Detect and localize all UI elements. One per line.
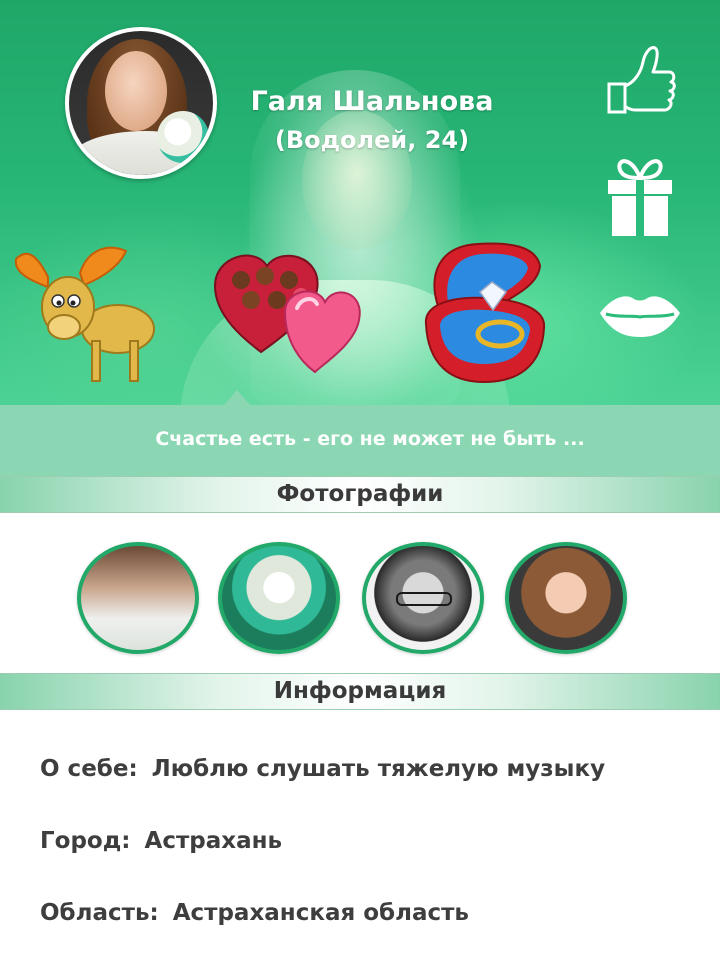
kiss-button[interactable] [598, 291, 682, 339]
info-section-title: Информация [273, 678, 447, 704]
photo-thumbnail[interactable] [77, 542, 199, 654]
info-section-header: Информация [0, 673, 720, 710]
profile-name: Галя Шальнова [250, 86, 494, 117]
avatar-bouquet [157, 111, 209, 163]
thumbs-up-icon [607, 46, 676, 114]
status-pointer [224, 390, 250, 405]
photos-section-title: Фотографии [276, 481, 444, 507]
info-row-about: О себе: Люблю слушать тяжелую музыку [40, 756, 700, 782]
status-message: Счастье есть - его не может не быть ... [155, 428, 585, 450]
profile-zodiac-age: (Водолей, 24) [274, 126, 470, 154]
avatar-face [105, 51, 167, 131]
photo-thumbnail[interactable] [362, 542, 484, 654]
photo-thumbnail[interactable] [218, 542, 340, 654]
moose-icon [14, 246, 155, 382]
info-value: Люблю слушать тяжелую музыку [151, 756, 606, 782]
gift-button[interactable] [606, 152, 674, 238]
info-label: Область: [40, 900, 159, 926]
profile-avatar[interactable] [65, 27, 217, 179]
candy-heart-box-sticker[interactable] [205, 246, 365, 381]
like-button[interactable] [605, 42, 677, 118]
profile-hero: Галя Шальнова (Водолей, 24) [0, 0, 720, 405]
ring-box-icon [424, 242, 546, 384]
info-row-region: Область: Астраханская область [40, 900, 700, 926]
lips-icon [600, 296, 680, 337]
photo-thumbnail[interactable] [505, 542, 627, 654]
candy-heart-icon [213, 254, 361, 374]
info-label: О себе: [40, 756, 138, 782]
info-label: Город: [40, 828, 131, 854]
gift-icon [608, 159, 672, 236]
moose-sticker[interactable] [8, 237, 158, 387]
info-value: Астрахань [144, 828, 283, 854]
info-value: Астраханская область [172, 900, 469, 926]
glasses-detail [396, 592, 452, 606]
photos-section-header: Фотографии [0, 476, 720, 513]
ring-box-sticker[interactable] [418, 236, 554, 386]
info-row-city: Город: Астрахань [40, 828, 700, 854]
